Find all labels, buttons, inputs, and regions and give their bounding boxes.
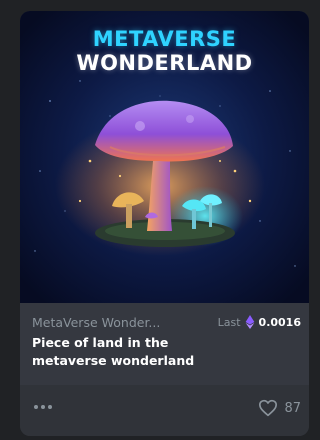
more-dot (34, 405, 38, 409)
last-price-label: Last (217, 315, 241, 329)
more-dot (41, 405, 45, 409)
nft-card[interactable]: METAVERSE WONDERLAND MetaVerse Wonder...… (20, 11, 309, 436)
card-footer: 87 (20, 385, 309, 436)
more-horizontal-icon[interactable] (34, 402, 56, 412)
collection-name[interactable]: MetaVerse Wonder... (32, 315, 212, 330)
card-info[interactable]: MetaVerse Wonder... Last 0.0016 Piece of… (20, 303, 309, 385)
last-price: Last 0.0016 (218, 315, 301, 329)
like-count: 87 (284, 400, 301, 416)
more-dot (48, 405, 52, 409)
like-button[interactable]: 87 (258, 399, 301, 417)
page-scrollbar[interactable] (311, 0, 315, 440)
heart-outline-icon[interactable] (258, 399, 278, 417)
ethereum-icon (245, 315, 254, 329)
artwork-title-line2: WONDERLAND (76, 51, 253, 75)
artwork-title-line1: METAVERSE (92, 27, 237, 51)
last-price-value: 0.0016 (258, 315, 301, 329)
item-name[interactable]: Piece of land in the metaverse wonderlan… (32, 334, 232, 370)
